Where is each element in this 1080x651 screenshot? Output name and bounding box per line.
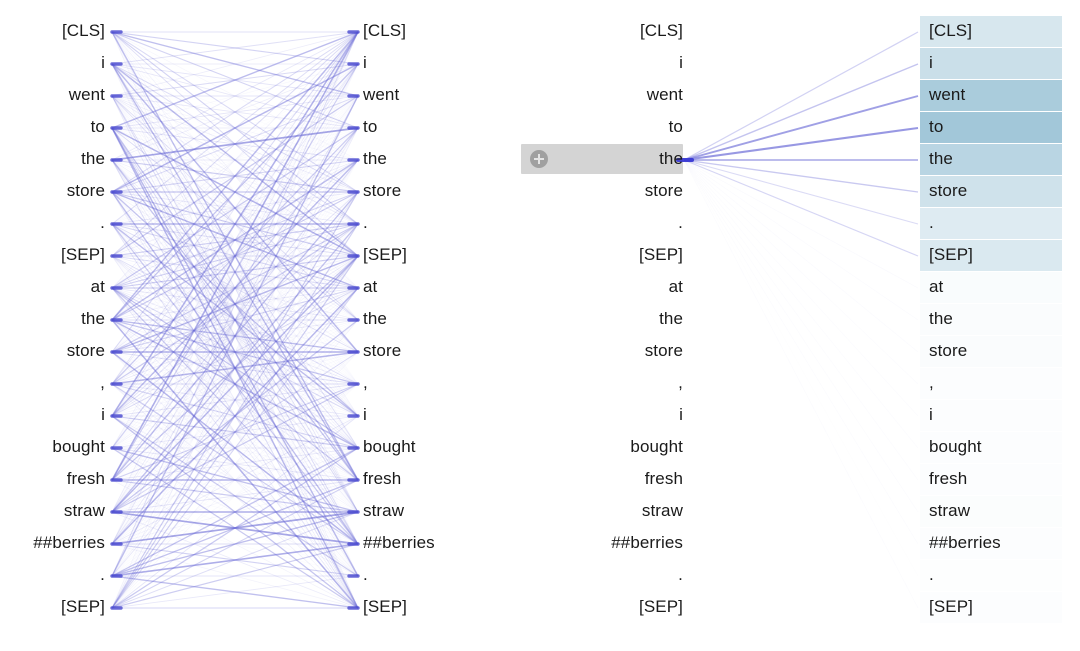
panel-right-query-token-0[interactable]: [CLS]	[523, 16, 683, 46]
panel-right-key-token-7[interactable]: [SEP]	[929, 240, 1080, 270]
panel-left-query-token-0[interactable]: [CLS]	[0, 16, 105, 46]
panel-left-query-token-13[interactable]: bought	[0, 432, 105, 462]
panel-left-key-token-15[interactable]: straw	[363, 496, 523, 526]
panel-right-key-token-4[interactable]: the	[929, 144, 1080, 174]
panel-right-query-token-10[interactable]: store	[523, 336, 683, 366]
panel-left-key-token-14[interactable]: fresh	[363, 464, 523, 494]
panel-left-key-token-6[interactable]: .	[363, 208, 523, 238]
panel-right-query-token-9[interactable]: the	[523, 304, 683, 334]
panel-left-query-token-14[interactable]: fresh	[0, 464, 105, 494]
panel-right-key-token-11[interactable]: ,	[929, 368, 1080, 398]
panel-right-query-token-13[interactable]: bought	[523, 432, 683, 462]
panel-right-query-token-18[interactable]: [SEP]	[523, 592, 683, 622]
panel-right-key-token-17[interactable]: .	[929, 560, 1080, 590]
panel-right-key-token-16[interactable]: ##berries	[929, 528, 1080, 558]
panel-left-query-token-10[interactable]: store	[0, 336, 105, 366]
panel-left-query-token-15[interactable]: straw	[0, 496, 105, 526]
panel-right-key-token-5[interactable]: store	[929, 176, 1080, 206]
panel-left-key-token-18[interactable]: [SEP]	[363, 592, 523, 622]
panel-left-query-token-5[interactable]: store	[0, 176, 105, 206]
panel-left-query-token-17[interactable]: .	[0, 560, 105, 590]
panel-right-query-token-17[interactable]: .	[523, 560, 683, 590]
panel-right-key-token-10[interactable]: store	[929, 336, 1080, 366]
panel-left-key-token-10[interactable]: store	[363, 336, 523, 366]
panel-right-key-token-13[interactable]: bought	[929, 432, 1080, 462]
panel-right-key-token-18[interactable]: [SEP]	[929, 592, 1080, 622]
panel-left-key-token-3[interactable]: to	[363, 112, 523, 142]
panel-left-key-token-12[interactable]: i	[363, 400, 523, 430]
panel-right-key-token-8[interactable]: at	[929, 272, 1080, 302]
panel-right-query-token-12[interactable]: i	[523, 400, 683, 430]
panel-left-query-token-18[interactable]: [SEP]	[0, 592, 105, 622]
panel-left-key-token-9[interactable]: the	[363, 304, 523, 334]
panel-right-query-token-5[interactable]: store	[523, 176, 683, 206]
panel-right-key-token-14[interactable]: fresh	[929, 464, 1080, 494]
panel-right-key-token-15[interactable]: straw	[929, 496, 1080, 526]
panel-left-query-token-4[interactable]: the	[0, 144, 105, 174]
panel-right-key-token-12[interactable]: i	[929, 400, 1080, 430]
panel-left-query-token-9[interactable]: the	[0, 304, 105, 334]
panel-left-query-token-12[interactable]: i	[0, 400, 105, 430]
panel-right-query-token-1[interactable]: i	[523, 48, 683, 78]
panel-left-query-token-3[interactable]: to	[0, 112, 105, 142]
panel-right-key-token-2[interactable]: went	[929, 80, 1080, 110]
panel-left-query-token-1[interactable]: i	[0, 48, 105, 78]
panel-left-key-token-2[interactable]: went	[363, 80, 523, 110]
panel-right-key-token-9[interactable]: the	[929, 304, 1080, 334]
panel-right-query-token-2[interactable]: went	[523, 80, 683, 110]
panel-right-key-token-3[interactable]: to	[929, 112, 1080, 142]
panel-left-key-token-4[interactable]: the	[363, 144, 523, 174]
panel-right-key-token-1[interactable]: i	[929, 48, 1080, 78]
panel-left-query-token-11[interactable]: ,	[0, 368, 105, 398]
panel-right-query-token-3[interactable]: to	[523, 112, 683, 142]
panel-right-key-token-0[interactable]: [CLS]	[929, 16, 1080, 46]
panel-right-key-token-6[interactable]: .	[929, 208, 1080, 238]
panel-left-key-token-13[interactable]: bought	[363, 432, 523, 462]
panel-left-query-token-6[interactable]: .	[0, 208, 105, 238]
panel-right-query-token-14[interactable]: fresh	[523, 464, 683, 494]
panel-right-query-token-4[interactable]: the	[523, 144, 683, 174]
panel-left-key-token-1[interactable]: i	[363, 48, 523, 78]
panel-left-key-token-16[interactable]: ##berries	[363, 528, 523, 558]
panel-left-key-token-17[interactable]: .	[363, 560, 523, 590]
panel-right-query-token-15[interactable]: straw	[523, 496, 683, 526]
panel-right-query-token-7[interactable]: [SEP]	[523, 240, 683, 270]
panel-left-key-token-5[interactable]: store	[363, 176, 523, 206]
panel-left-query-token-7[interactable]: [SEP]	[0, 240, 105, 270]
panel-right-query-token-11[interactable]: ,	[523, 368, 683, 398]
panel-left-key-token-0[interactable]: [CLS]	[363, 16, 523, 46]
panel-left-query-token-16[interactable]: ##berries	[0, 528, 105, 558]
panel-right-query-token-16[interactable]: ##berries	[523, 528, 683, 558]
panel-right-query-token-6[interactable]: .	[523, 208, 683, 238]
panel-left-query-token-8[interactable]: at	[0, 272, 105, 302]
panel-left-key-token-8[interactable]: at	[363, 272, 523, 302]
panel-left-query-token-2[interactable]: went	[0, 80, 105, 110]
panel-right-query-token-8[interactable]: at	[523, 272, 683, 302]
attention-visualization: [CLS] i went to the store. [SEP] at the store, i bo…	[0, 0, 1080, 651]
panel-left-key-token-11[interactable]: ,	[363, 368, 523, 398]
panel-left-key-token-7[interactable]: [SEP]	[363, 240, 523, 270]
